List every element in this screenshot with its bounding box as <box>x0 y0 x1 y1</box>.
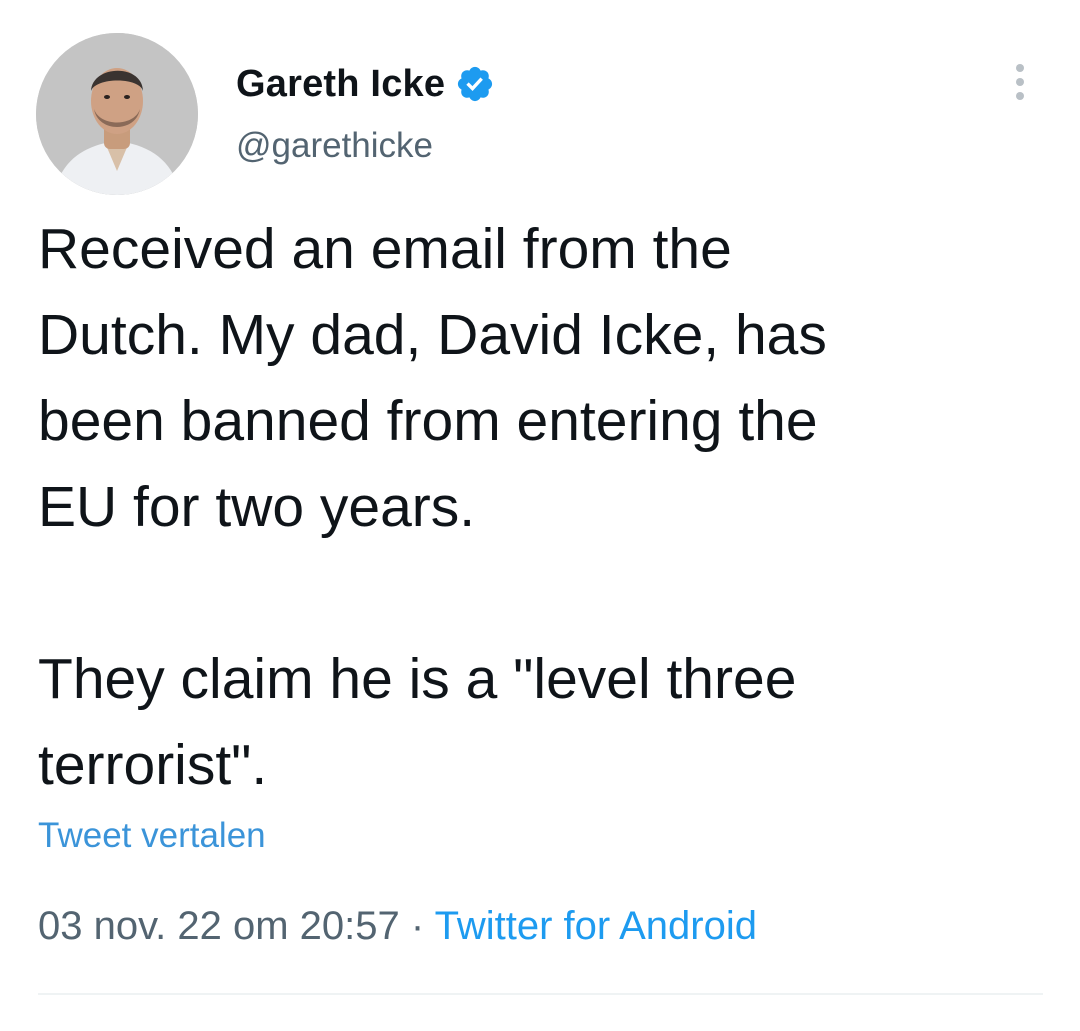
tweet-timestamp[interactable]: 03 nov. 22 om 20:57 <box>38 904 400 948</box>
tweet-meta: 03 nov. 22 om 20:57 · Twitter for Androi… <box>38 904 757 949</box>
avatar-photo <box>36 33 198 195</box>
author-name-row[interactable]: Gareth Icke <box>236 58 495 110</box>
author-handle[interactable]: @garethicke <box>236 126 433 166</box>
verified-badge-icon <box>455 64 495 104</box>
more-dot-icon <box>1016 92 1024 100</box>
meta-separator: · <box>410 904 425 948</box>
tweet-text: Received an email from the Dutch. My dad… <box>38 217 827 797</box>
tweet-source-link[interactable]: Twitter for Android <box>435 904 757 948</box>
more-dot-icon <box>1016 78 1024 86</box>
translate-tweet-link[interactable]: Tweet vertalen <box>38 816 266 856</box>
divider <box>38 993 1043 995</box>
display-name[interactable]: Gareth Icke <box>236 63 445 106</box>
avatar[interactable] <box>36 33 198 195</box>
more-dot-icon <box>1016 64 1024 72</box>
more-options-button[interactable] <box>1000 60 1040 104</box>
